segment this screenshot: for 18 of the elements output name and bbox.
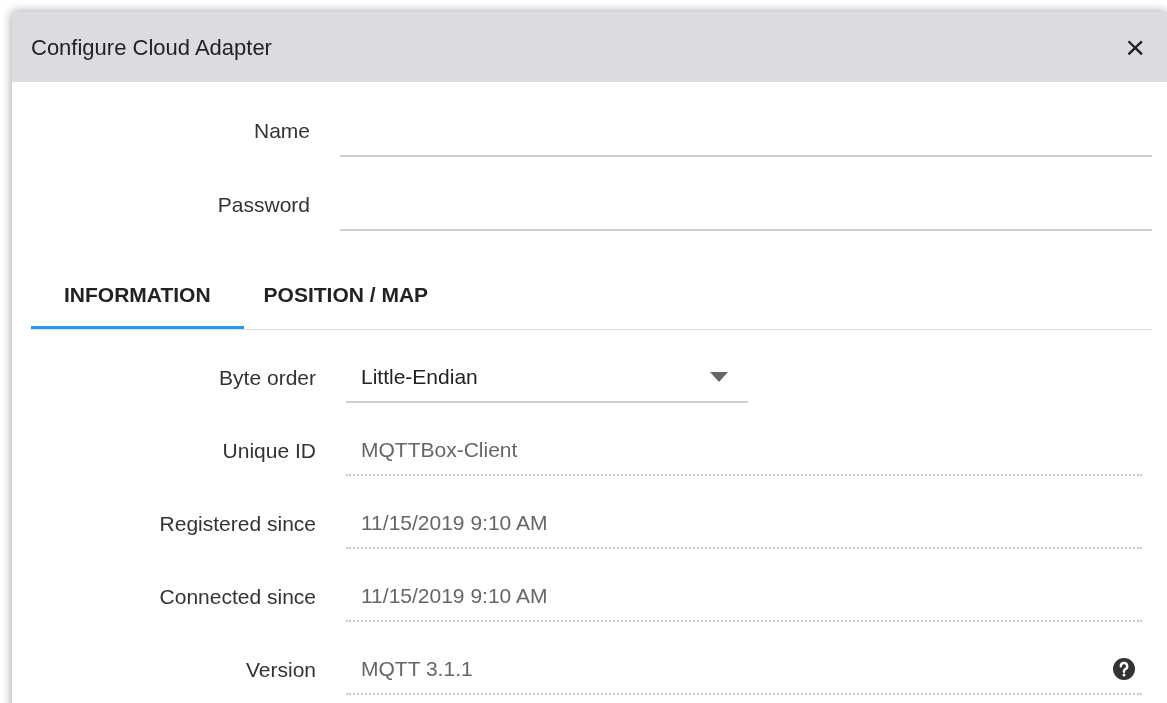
byte-order-select[interactable]: Little-Endian bbox=[346, 352, 748, 403]
field-label: Connected since bbox=[158, 583, 316, 610]
tab[interactable]: POSITION / MAP bbox=[243, 264, 449, 329]
field-label: Unique ID bbox=[221, 437, 316, 464]
tab[interactable]: INFORMATION bbox=[31, 264, 244, 329]
close-button[interactable]: × bbox=[1125, 30, 1145, 64]
field-label: Password bbox=[216, 192, 310, 219]
caret-icon bbox=[710, 371, 728, 382]
help-icon[interactable] bbox=[1112, 656, 1136, 681]
field-value: 11/15/2019 9:10 AM bbox=[361, 509, 548, 536]
field-value: MQTT 3.1.1 bbox=[361, 655, 473, 682]
field-label: Version bbox=[244, 656, 316, 683]
field-label: Name bbox=[252, 118, 310, 145]
field-label: Byte order bbox=[218, 364, 316, 391]
dialog-title: Configure Cloud Adapter bbox=[31, 33, 272, 62]
field-value: MQTTBox-Client bbox=[361, 436, 518, 463]
field-label: Registered since bbox=[158, 510, 316, 537]
field-value: 11/15/2019 9:10 AM bbox=[361, 582, 548, 609]
